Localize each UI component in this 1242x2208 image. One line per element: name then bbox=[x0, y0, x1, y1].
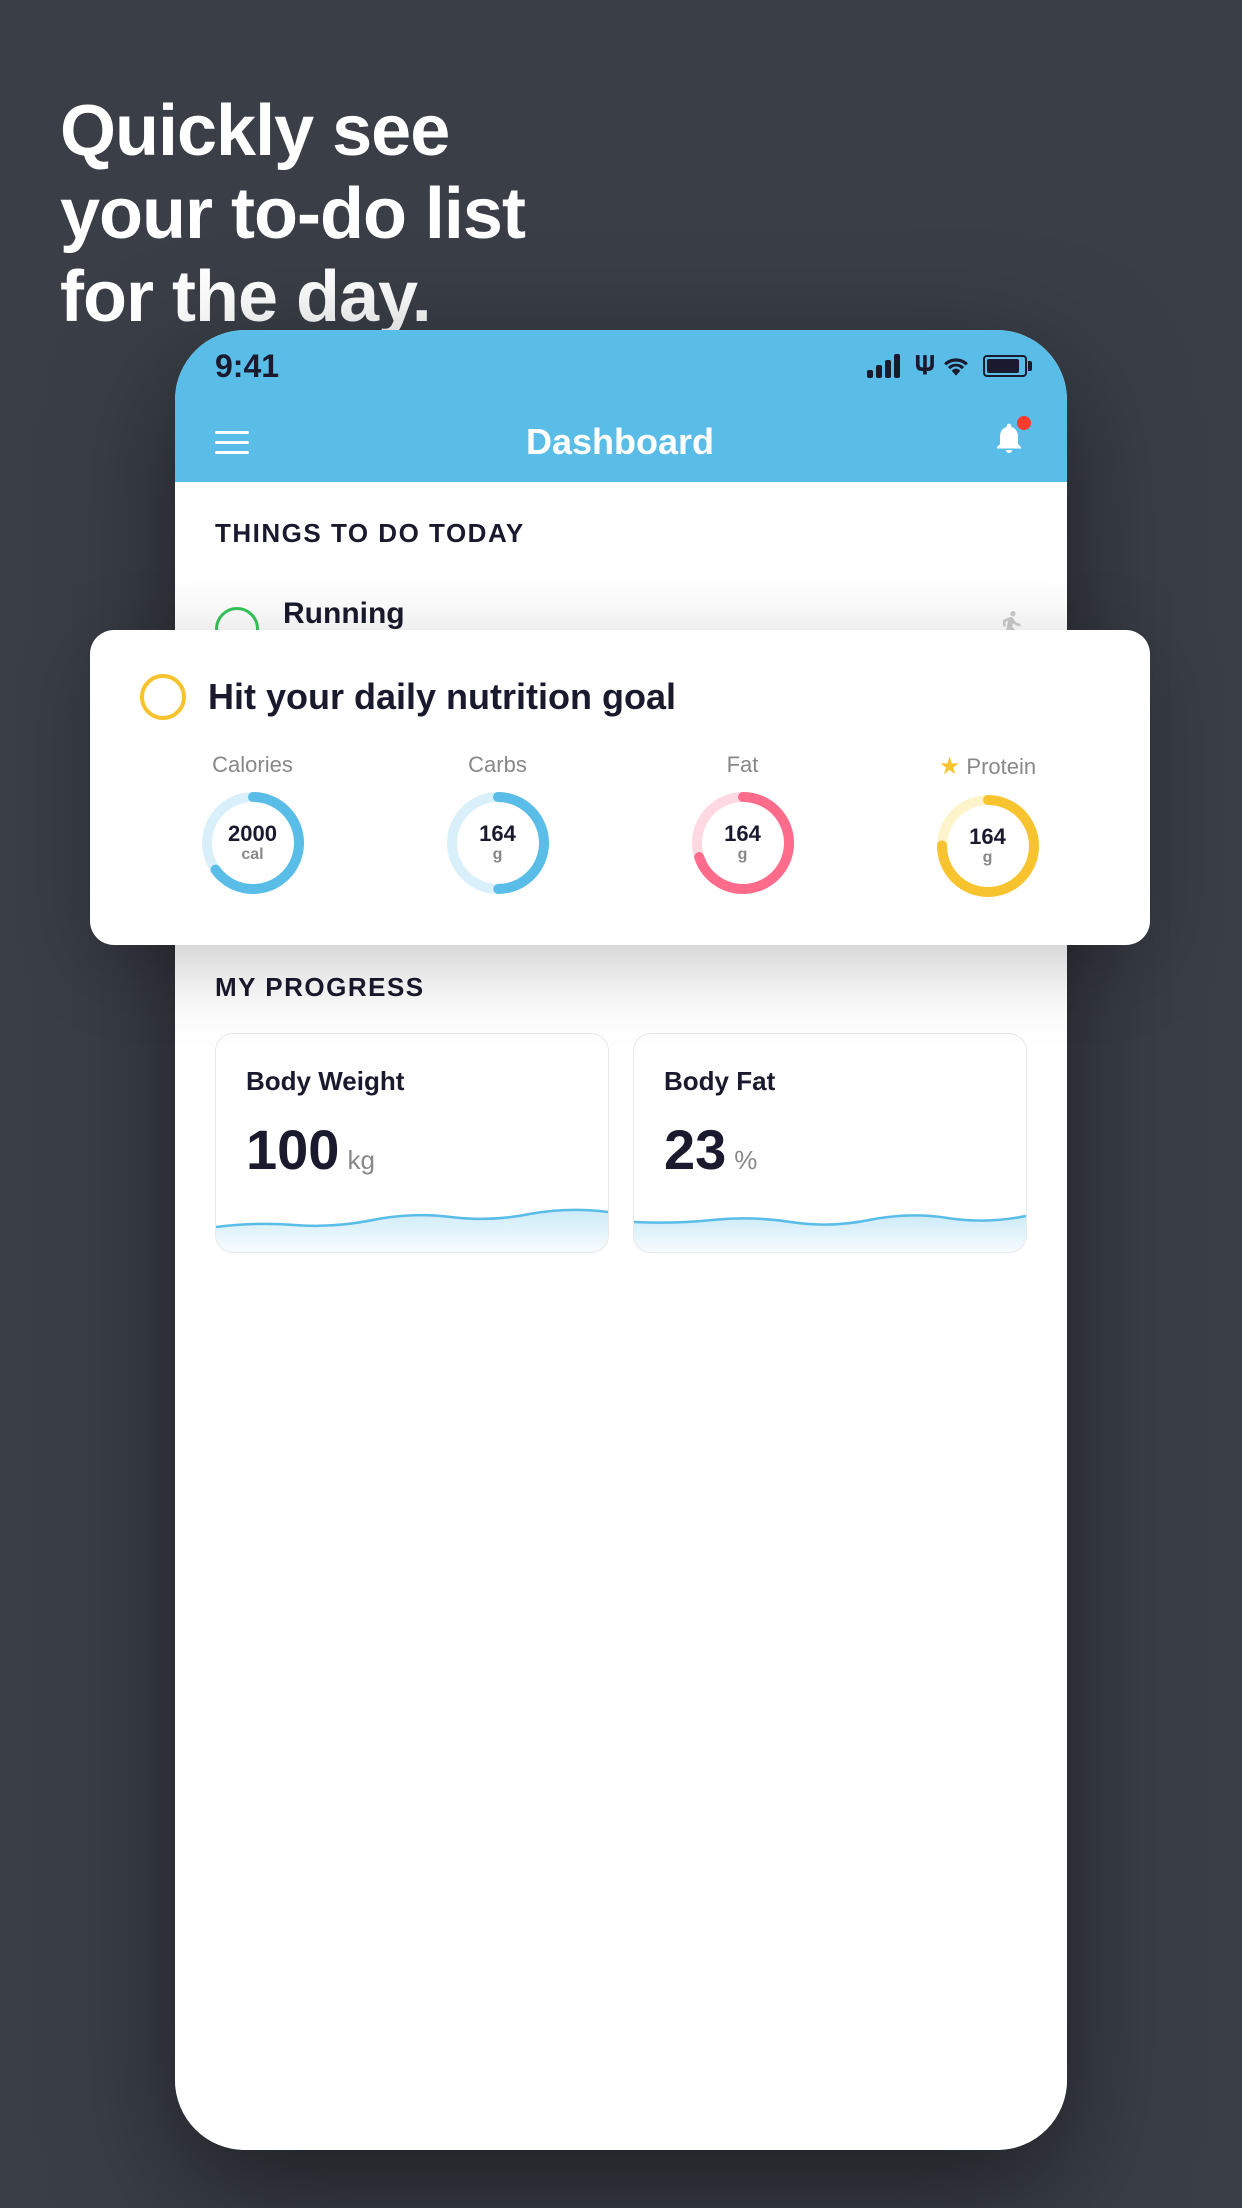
body-fat-title: Body Fat bbox=[664, 1066, 996, 1097]
body-weight-unit: kg bbox=[347, 1145, 374, 1176]
phone-frame: 9:41 𝚿 Dashboard bbox=[175, 330, 1067, 2150]
protein-label: ★ Protein bbox=[939, 752, 1036, 781]
calories-label: Calories bbox=[212, 752, 293, 778]
calories-unit: cal bbox=[228, 846, 277, 864]
calories-value: 2000 bbox=[228, 822, 277, 846]
protein-unit: g bbox=[969, 849, 1006, 867]
status-time: 9:41 bbox=[215, 348, 279, 385]
menu-button[interactable] bbox=[215, 431, 249, 454]
body-weight-value: 100 bbox=[246, 1117, 339, 1182]
body-fat-unit: % bbox=[734, 1145, 757, 1176]
nav-bar: Dashboard bbox=[175, 402, 1067, 482]
nutrition-card: Hit your daily nutrition goal Calories 2… bbox=[90, 630, 1150, 945]
notification-bell-button[interactable] bbox=[991, 420, 1027, 465]
wifi-icon: 𝚿 bbox=[914, 350, 969, 382]
nutrition-card-title: Hit your daily nutrition goal bbox=[208, 676, 676, 718]
body-weight-card[interactable]: Body Weight 100 kg bbox=[215, 1033, 609, 1253]
fat-ring: 164 g bbox=[688, 788, 798, 898]
status-bar: 9:41 𝚿 bbox=[175, 330, 1067, 402]
fat-label: Fat bbox=[727, 752, 759, 778]
body-fat-value: 23 bbox=[664, 1117, 726, 1182]
protein-ring: 164 g bbox=[933, 791, 1043, 901]
carbs-unit: g bbox=[479, 846, 516, 864]
things-section-header: THINGS TO DO TODAY bbox=[175, 482, 1067, 569]
nav-title: Dashboard bbox=[526, 421, 714, 463]
headline-line3: for the day. bbox=[60, 256, 525, 339]
status-icons: 𝚿 bbox=[867, 350, 1027, 382]
headline: Quickly see your to-do list for the day. bbox=[60, 90, 525, 338]
body-weight-title: Body Weight bbox=[246, 1066, 578, 1097]
body-fat-card[interactable]: Body Fat 23 % bbox=[633, 1033, 1027, 1253]
carbs-label: Carbs bbox=[468, 752, 527, 778]
battery-icon bbox=[983, 355, 1027, 377]
progress-section: MY PROGRESS Body Weight 100 kg bbox=[175, 932, 1067, 1253]
headline-line1: Quickly see bbox=[60, 90, 525, 173]
nutrition-item-carbs: Carbs 164 g bbox=[443, 752, 553, 901]
progress-grid: Body Weight 100 kg bbox=[215, 1033, 1027, 1253]
protein-star-icon: ★ bbox=[939, 752, 961, 781]
todo-title-running: Running bbox=[283, 597, 971, 631]
headline-line2: your to-do list bbox=[60, 173, 525, 256]
notification-dot bbox=[1017, 416, 1031, 430]
protein-value: 164 bbox=[969, 825, 1006, 849]
carbs-ring: 164 g bbox=[443, 788, 553, 898]
nutrition-item-protein: ★ Protein 164 g bbox=[933, 752, 1043, 901]
body-weight-chart bbox=[216, 1182, 608, 1252]
body-fat-chart bbox=[634, 1182, 1026, 1252]
fat-value: 164 bbox=[724, 822, 761, 846]
nutrition-grid: Calories 2000 cal Carbs bbox=[140, 752, 1100, 901]
nutrition-item-fat: Fat 164 g bbox=[688, 752, 798, 901]
calories-ring: 2000 cal bbox=[198, 788, 308, 898]
fat-unit: g bbox=[724, 846, 761, 864]
carbs-value: 164 bbox=[479, 822, 516, 846]
signal-icon bbox=[867, 354, 900, 378]
progress-header: MY PROGRESS bbox=[215, 972, 1027, 1003]
nutrition-checkbox[interactable] bbox=[140, 674, 186, 720]
nutrition-item-calories: Calories 2000 cal bbox=[198, 752, 308, 901]
